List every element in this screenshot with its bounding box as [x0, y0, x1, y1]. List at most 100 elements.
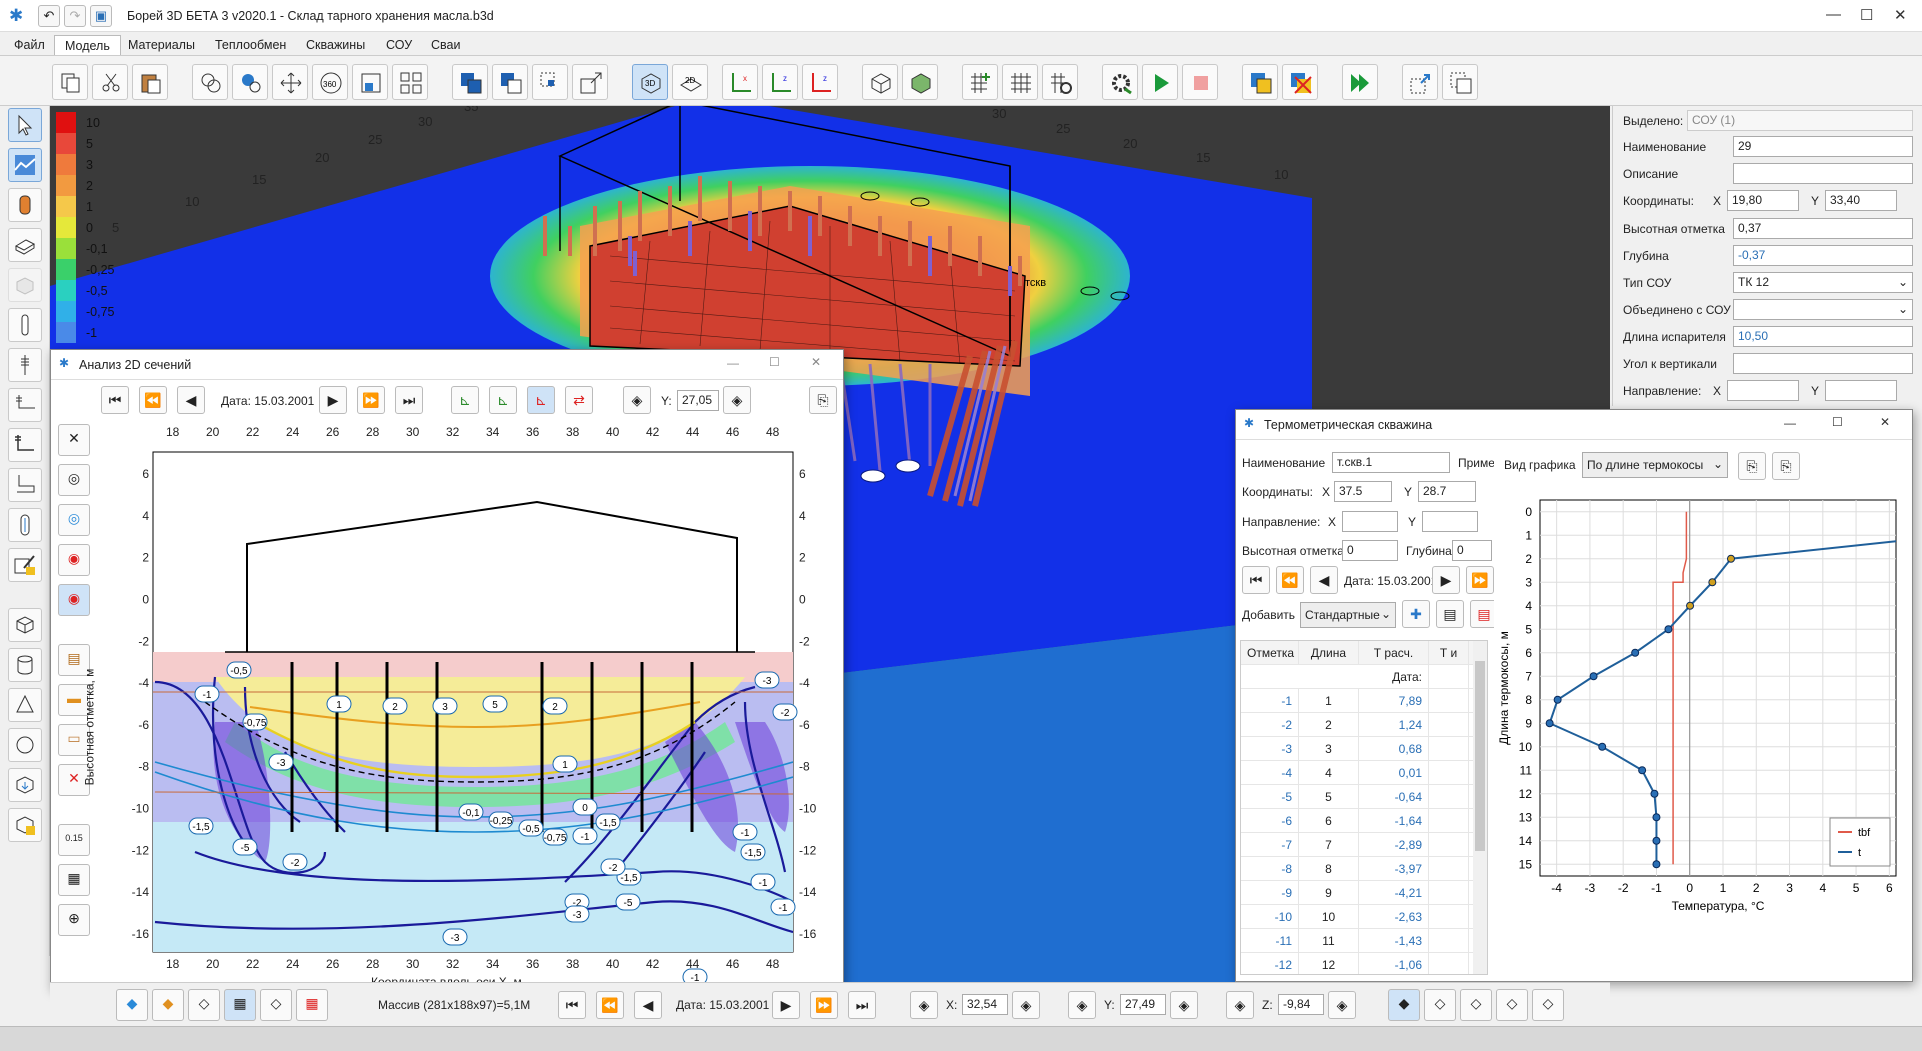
solid-view-button[interactable]: [902, 64, 938, 100]
table-row[interactable]: -11 11 -1,43: [1241, 929, 1487, 953]
close-button[interactable]: ✕: [1880, 415, 1890, 429]
minimize-button[interactable]: —: [727, 356, 739, 370]
scrollbar-thumb[interactable]: [1475, 661, 1485, 851]
table-row[interactable]: -2 2 1,24: [1241, 713, 1487, 737]
section-y-field[interactable]: 27,05: [677, 390, 719, 411]
block-tool[interactable]: [8, 268, 42, 302]
cylinder-primitive-tool[interactable]: [8, 648, 42, 682]
well-depth-field[interactable]: 0: [1452, 540, 1492, 561]
section-plot[interactable]: 1818202022222424262628283030323234343636…: [95, 422, 841, 982]
table-cell[interactable]: -11: [1241, 929, 1299, 952]
grid-settings-button[interactable]: [1042, 64, 1078, 100]
contour-lines-button[interactable]: ◎: [58, 464, 90, 496]
table-cell[interactable]: -0,64: [1359, 785, 1429, 808]
menu-file[interactable]: Файл: [4, 35, 55, 55]
type-select[interactable]: ТК 12 ⌄: [1733, 272, 1913, 293]
table-row[interactable]: -5 5 -0,64: [1241, 785, 1487, 809]
table-cell[interactable]: -6: [1241, 809, 1299, 832]
resize-button[interactable]: [572, 64, 608, 100]
close-button[interactable]: ✕: [811, 355, 821, 369]
subtract-button[interactable]: [492, 64, 528, 100]
cut-view-3-button[interactable]: ◇: [1460, 989, 1492, 1021]
pile-tool[interactable]: [8, 308, 42, 342]
col-length[interactable]: Длина: [1299, 641, 1359, 664]
table-cell[interactable]: 7: [1299, 833, 1359, 856]
edit-tool[interactable]: [8, 548, 42, 582]
thermosyphon-tool[interactable]: [8, 348, 42, 382]
box-primitive-tool[interactable]: [8, 608, 42, 642]
calc-settings-button[interactable]: [1102, 64, 1138, 100]
grid-button[interactable]: ▦: [58, 864, 90, 896]
next-fast-button[interactable]: ⏩: [357, 386, 385, 414]
cut-view-2-button[interactable]: ◇: [1424, 989, 1456, 1021]
table-cell[interactable]: [1429, 953, 1469, 974]
well-dx-field[interactable]: [1342, 511, 1398, 532]
coord-x-field[interactable]: 19,80: [1727, 190, 1799, 211]
table-cell[interactable]: -4: [1241, 761, 1299, 784]
x-plane-next-button[interactable]: ◈: [1012, 991, 1040, 1019]
pointer-tool[interactable]: [8, 108, 42, 142]
ventilation-tool[interactable]: [8, 468, 42, 502]
table-cell[interactable]: [1429, 785, 1469, 808]
view-2d-button[interactable]: 2D: [672, 64, 708, 100]
status-next-button[interactable]: ▶: [772, 991, 800, 1019]
model-properties-tool[interactable]: [8, 808, 42, 842]
graph-type-select[interactable]: По длине термокосы ⌄: [1582, 452, 1728, 478]
table-cell[interactable]: -2,63: [1359, 905, 1429, 928]
merged-select[interactable]: ⌄: [1733, 299, 1913, 320]
table-cell[interactable]: -7: [1241, 833, 1299, 856]
table-cell[interactable]: 4: [1299, 761, 1359, 784]
table-cell[interactable]: 3: [1299, 737, 1359, 760]
table-row[interactable]: -9 9 -4,21: [1241, 881, 1487, 905]
table-cell[interactable]: 12: [1299, 953, 1359, 974]
col-t-calc[interactable]: Т расч.: [1359, 641, 1429, 664]
status-z-field[interactable]: -9,84: [1278, 994, 1324, 1015]
copy-view-button[interactable]: [1442, 64, 1478, 100]
select-objects-button[interactable]: [232, 64, 268, 100]
angled-syphon-tool[interactable]: [8, 428, 42, 462]
table-cell[interactable]: 9: [1299, 881, 1359, 904]
layer-view-button[interactable]: ◆: [116, 989, 148, 1021]
save-icon[interactable]: ▣: [90, 5, 112, 27]
depth-field[interactable]: -0,37: [1733, 245, 1913, 266]
table-cell[interactable]: -1,06: [1359, 953, 1429, 974]
table-scrollbar[interactable]: [1473, 641, 1487, 974]
table-cell[interactable]: 0,01: [1359, 761, 1429, 784]
table-cell[interactable]: -8: [1241, 857, 1299, 880]
delete-contour-button[interactable]: ✕: [58, 424, 90, 456]
first-date-button[interactable]: ⏮: [101, 386, 129, 414]
delete-rows-button[interactable]: ▤: [1470, 600, 1494, 628]
run-all-button[interactable]: [1342, 64, 1378, 100]
direction-x-field[interactable]: [1727, 380, 1799, 401]
array-button[interactable]: [392, 64, 428, 100]
elevation-field[interactable]: 0,37: [1733, 218, 1913, 239]
table-cell[interactable]: -12: [1241, 953, 1299, 974]
view-yz-button[interactable]: ⊾: [489, 386, 517, 414]
menu-materials[interactable]: Материалы: [118, 35, 205, 55]
description-field[interactable]: [1733, 163, 1913, 184]
table-cell[interactable]: [1429, 713, 1469, 736]
table-cell[interactable]: 6: [1299, 809, 1359, 832]
combined-map-button[interactable]: ◉: [58, 584, 90, 616]
paste-button[interactable]: [132, 64, 168, 100]
well-name-field[interactable]: т.скв.1: [1332, 452, 1450, 473]
coord-y-field[interactable]: 33,40: [1825, 190, 1897, 211]
table-row[interactable]: -1 1 7,89: [1241, 689, 1487, 713]
table-cell[interactable]: -10: [1241, 905, 1299, 928]
section-plane-prev-button[interactable]: ◈: [623, 386, 651, 414]
run-button[interactable]: [1142, 64, 1178, 100]
col-mark[interactable]: Отметка: [1241, 641, 1299, 664]
table-cell[interactable]: -3: [1241, 737, 1299, 760]
table-cell[interactable]: [1429, 809, 1469, 832]
horizontal-syphon-tool[interactable]: [8, 388, 42, 422]
table-cell[interactable]: 0,68: [1359, 737, 1429, 760]
view-yz-button[interactable]: z: [762, 64, 798, 100]
status-next-fast-button[interactable]: ⏩: [810, 991, 838, 1019]
well-next-fast-button[interactable]: ⏩: [1466, 566, 1494, 594]
table-cell[interactable]: 5: [1299, 785, 1359, 808]
cylinder-tool[interactable]: [8, 188, 42, 222]
status-first-button[interactable]: ⏮: [558, 991, 586, 1019]
menu-cooling-devices[interactable]: СОУ: [376, 35, 422, 55]
minimize-button[interactable]: —: [1826, 6, 1841, 23]
move-button[interactable]: [272, 64, 308, 100]
